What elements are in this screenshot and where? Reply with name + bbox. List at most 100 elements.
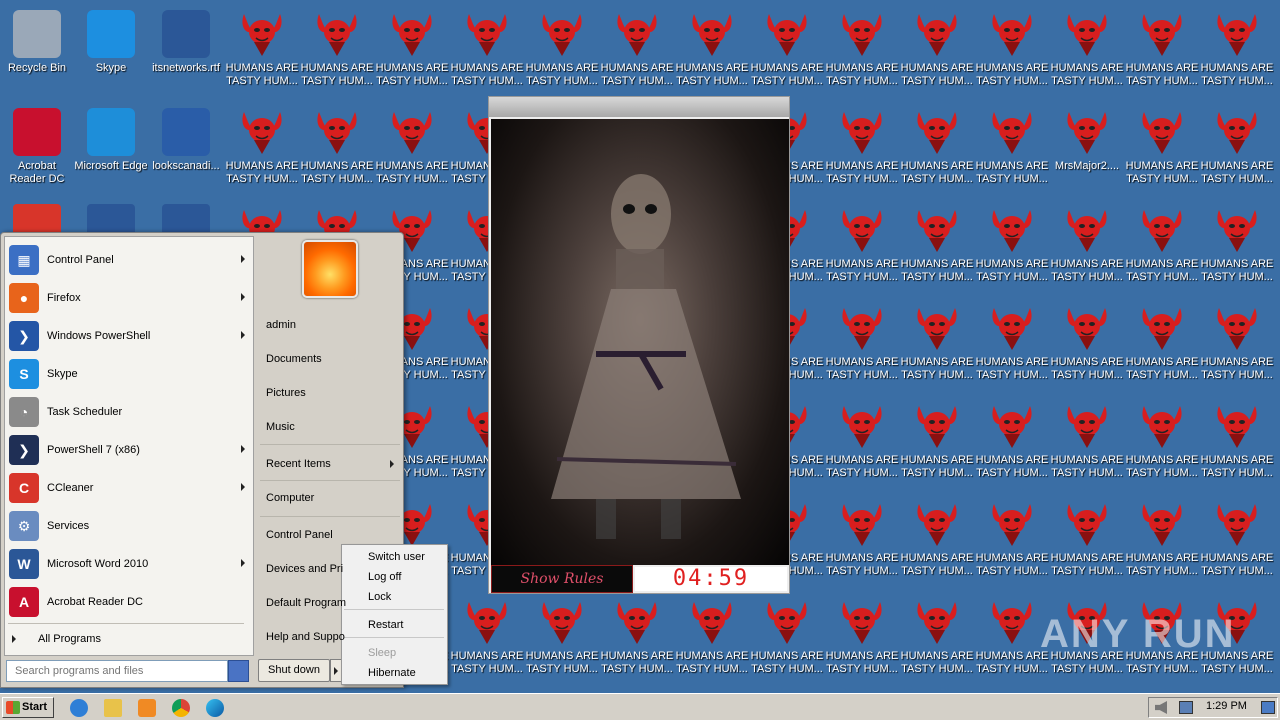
search-icon[interactable] bbox=[228, 660, 249, 682]
start-program-item[interactable]: ● Firefox bbox=[9, 280, 253, 316]
devil-file-icon[interactable]: HUMANS ARE TASTY HUM... bbox=[450, 4, 524, 100]
start-right-item[interactable]: Music bbox=[262, 416, 402, 438]
devil-file-icon[interactable]: HUMANS ARE TASTY HUM... bbox=[975, 4, 1049, 100]
start-program-item[interactable]: S Skype bbox=[9, 356, 253, 392]
shutdown-button[interactable]: Shut down bbox=[258, 659, 330, 682]
start-search-input[interactable] bbox=[6, 660, 228, 682]
show-rules-button[interactable]: Show Rules bbox=[491, 565, 633, 593]
devil-file-icon[interactable]: HUMANS ARE TASTY HUM... bbox=[1125, 494, 1199, 590]
volume-icon[interactable] bbox=[1155, 701, 1167, 714]
devil-file-icon[interactable]: HUMANS ARE TASTY HUM... bbox=[825, 102, 899, 198]
devil-file-icon[interactable]: HUMANS ARE TASTY HUM... bbox=[1125, 102, 1199, 198]
devil-file-icon[interactable]: HUMANS ARE TASTY HUM... bbox=[450, 592, 524, 688]
devil-file-icon[interactable]: HUMANS ARE TASTY HUM... bbox=[1200, 298, 1274, 394]
devil-file-icon[interactable]: HUMANS ARE TASTY HUM... bbox=[1050, 396, 1124, 492]
devil-file-icon[interactable]: HUMANS ARE TASTY HUM... bbox=[975, 298, 1049, 394]
devil-file-icon[interactable]: MrsMajor2.... bbox=[1050, 102, 1124, 198]
devil-file-icon[interactable]: HUMANS ARE TASTY HUM... bbox=[525, 592, 599, 688]
explorer-folder-icon[interactable] bbox=[104, 699, 122, 717]
devil-file-icon[interactable]: HUMANS ARE TASTY HUM... bbox=[675, 4, 749, 100]
devil-file-icon[interactable]: HUMANS ARE TASTY HUM... bbox=[1200, 4, 1274, 100]
devil-file-icon[interactable]: HUMANS ARE TASTY HUM... bbox=[975, 396, 1049, 492]
start-button[interactable]: Start bbox=[2, 697, 54, 718]
desktop-shortcut[interactable]: Skype bbox=[74, 4, 148, 100]
devil-file-icon[interactable]: HUMANS ARE TASTY HUM... bbox=[1050, 4, 1124, 100]
devil-file-icon[interactable]: HUMANS ARE TASTY HUM... bbox=[600, 4, 674, 100]
desktop-shortcut[interactable]: Acrobat Reader DC bbox=[0, 102, 74, 198]
devil-file-icon[interactable]: HUMANS ARE TASTY HUM... bbox=[900, 494, 974, 590]
devil-file-icon[interactable]: HUMANS ARE TASTY HUM... bbox=[825, 396, 899, 492]
devil-file-icon[interactable]: HUMANS ARE TASTY HUM... bbox=[975, 102, 1049, 198]
media-player-icon[interactable] bbox=[138, 699, 156, 717]
devil-file-icon[interactable]: HUMANS ARE TASTY HUM... bbox=[750, 592, 824, 688]
devil-file-icon[interactable]: HUMANS ARE TASTY HUM... bbox=[1125, 298, 1199, 394]
devil-file-icon[interactable]: HUMANS ARE TASTY HUM... bbox=[975, 592, 1049, 688]
devil-file-icon[interactable]: HUMANS ARE TASTY HUM... bbox=[1125, 200, 1199, 296]
devil-file-icon[interactable]: HUMANS ARE TASTY HUM... bbox=[975, 494, 1049, 590]
devil-file-icon[interactable]: HUMANS ARE TASTY HUM... bbox=[675, 592, 749, 688]
desktop-file-icon[interactable] bbox=[87, 204, 135, 232]
devil-file-icon[interactable]: HUMANS ARE TASTY HUM... bbox=[900, 4, 974, 100]
devil-file-icon[interactable]: HUMANS ARE TASTY HUM... bbox=[1050, 200, 1124, 296]
start-program-item[interactable]: ⚙ Services bbox=[9, 508, 253, 544]
start-right-item[interactable]: Control Panel bbox=[262, 524, 402, 546]
desktop-shortcut[interactable]: lookscanadi... bbox=[149, 102, 223, 198]
shutdown-option[interactable]: Hibernate bbox=[368, 667, 416, 679]
devil-file-icon[interactable]: HUMANS ARE TASTY HUM... bbox=[1200, 102, 1274, 198]
all-programs-button[interactable]: All Programs bbox=[6, 630, 246, 648]
devil-file-icon[interactable]: HUMANS ARE TASTY HUM... bbox=[375, 4, 449, 100]
desktop-file-icon[interactable] bbox=[162, 204, 210, 232]
devil-file-icon[interactable]: HUMANS ARE TASTY HUM... bbox=[1125, 4, 1199, 100]
user-avatar[interactable] bbox=[302, 240, 358, 298]
devil-file-icon[interactable]: HUMANS ARE TASTY HUM... bbox=[825, 200, 899, 296]
start-program-item[interactable]: C CCleaner bbox=[9, 470, 253, 506]
start-right-item[interactable]: Recent Items bbox=[262, 453, 402, 475]
devil-file-icon[interactable]: HUMANS ARE TASTY HUM... bbox=[750, 4, 824, 100]
start-right-item[interactable]: Devices and Pri bbox=[262, 558, 402, 580]
start-program-item[interactable]: W Microsoft Word 2010 bbox=[9, 546, 253, 582]
start-right-item[interactable]: Computer bbox=[262, 487, 402, 509]
devil-file-icon[interactable]: HUMANS ARE TASTY HUM... bbox=[300, 4, 374, 100]
devil-file-icon[interactable]: HUMANS ARE TASTY HUM... bbox=[375, 102, 449, 198]
devil-file-icon[interactable]: HUMANS ARE TASTY HUM... bbox=[1050, 298, 1124, 394]
devil-file-icon[interactable]: HUMANS ARE TASTY HUM... bbox=[825, 494, 899, 590]
ransom-window-titlebar[interactable] bbox=[489, 97, 789, 117]
start-right-item[interactable]: admin bbox=[262, 314, 402, 336]
ransom-window[interactable]: Show Rules 04:59 bbox=[488, 96, 790, 594]
devil-file-icon[interactable]: HUMANS ARE TASTY HUM... bbox=[1125, 396, 1199, 492]
devil-file-icon[interactable]: HUMANS ARE TASTY HUM... bbox=[300, 102, 374, 198]
internet-explorer-icon[interactable] bbox=[70, 699, 88, 717]
start-program-item[interactable]: A Acrobat Reader DC bbox=[9, 584, 253, 620]
devil-file-icon[interactable]: HUMANS ARE TASTY HUM... bbox=[225, 102, 299, 198]
devil-file-icon[interactable]: HUMANS ARE TASTY HUM... bbox=[825, 298, 899, 394]
desktop-shortcut[interactable]: Recycle Bin bbox=[0, 4, 74, 100]
desktop-shortcut[interactable]: Microsoft Edge bbox=[74, 102, 148, 198]
devil-file-icon[interactable]: HUMANS ARE TASTY HUM... bbox=[1200, 200, 1274, 296]
start-program-item[interactable]: ❯ Windows PowerShell bbox=[9, 318, 253, 354]
desktop-shortcut[interactable]: itsnetworks.rtf bbox=[149, 4, 223, 100]
start-program-item[interactable]: ❯ PowerShell 7 (x86) bbox=[9, 432, 253, 468]
devil-file-icon[interactable]: HUMANS ARE TASTY HUM... bbox=[900, 298, 974, 394]
show-desktop-icon[interactable] bbox=[1261, 701, 1275, 714]
start-program-item[interactable]: ◔ Task Scheduler bbox=[9, 394, 253, 430]
devil-file-icon[interactable]: HUMANS ARE TASTY HUM... bbox=[1050, 494, 1124, 590]
start-program-item[interactable]: ▦ Control Panel bbox=[9, 242, 253, 278]
start-right-item[interactable]: Documents bbox=[262, 348, 402, 370]
start-right-item[interactable]: Pictures bbox=[262, 382, 402, 404]
desktop-file-icon[interactable] bbox=[13, 204, 61, 232]
devil-file-icon[interactable]: HUMANS ARE TASTY HUM... bbox=[825, 592, 899, 688]
devil-file-icon[interactable]: HUMANS ARE TASTY HUM... bbox=[900, 102, 974, 198]
devil-file-icon[interactable]: HUMANS ARE TASTY HUM... bbox=[225, 4, 299, 100]
devil-file-icon[interactable]: HUMANS ARE TASTY HUM... bbox=[1200, 396, 1274, 492]
devil-file-icon[interactable]: HUMANS ARE TASTY HUM... bbox=[900, 200, 974, 296]
devil-file-icon[interactable]: HUMANS ARE TASTY HUM... bbox=[975, 200, 1049, 296]
network-icon[interactable] bbox=[1179, 701, 1193, 714]
devil-file-icon[interactable]: HUMANS ARE TASTY HUM... bbox=[600, 592, 674, 688]
start-right-item[interactable]: Default Program bbox=[262, 592, 402, 614]
chrome-icon[interactable] bbox=[172, 699, 190, 717]
devil-file-icon[interactable]: HUMANS ARE TASTY HUM... bbox=[1200, 494, 1274, 590]
devil-file-icon[interactable]: HUMANS ARE TASTY HUM... bbox=[900, 396, 974, 492]
start-right-item[interactable]: Help and Suppo bbox=[262, 626, 402, 648]
devil-file-icon[interactable]: HUMANS ARE TASTY HUM... bbox=[525, 4, 599, 100]
devil-file-icon[interactable]: HUMANS ARE TASTY HUM... bbox=[825, 4, 899, 100]
